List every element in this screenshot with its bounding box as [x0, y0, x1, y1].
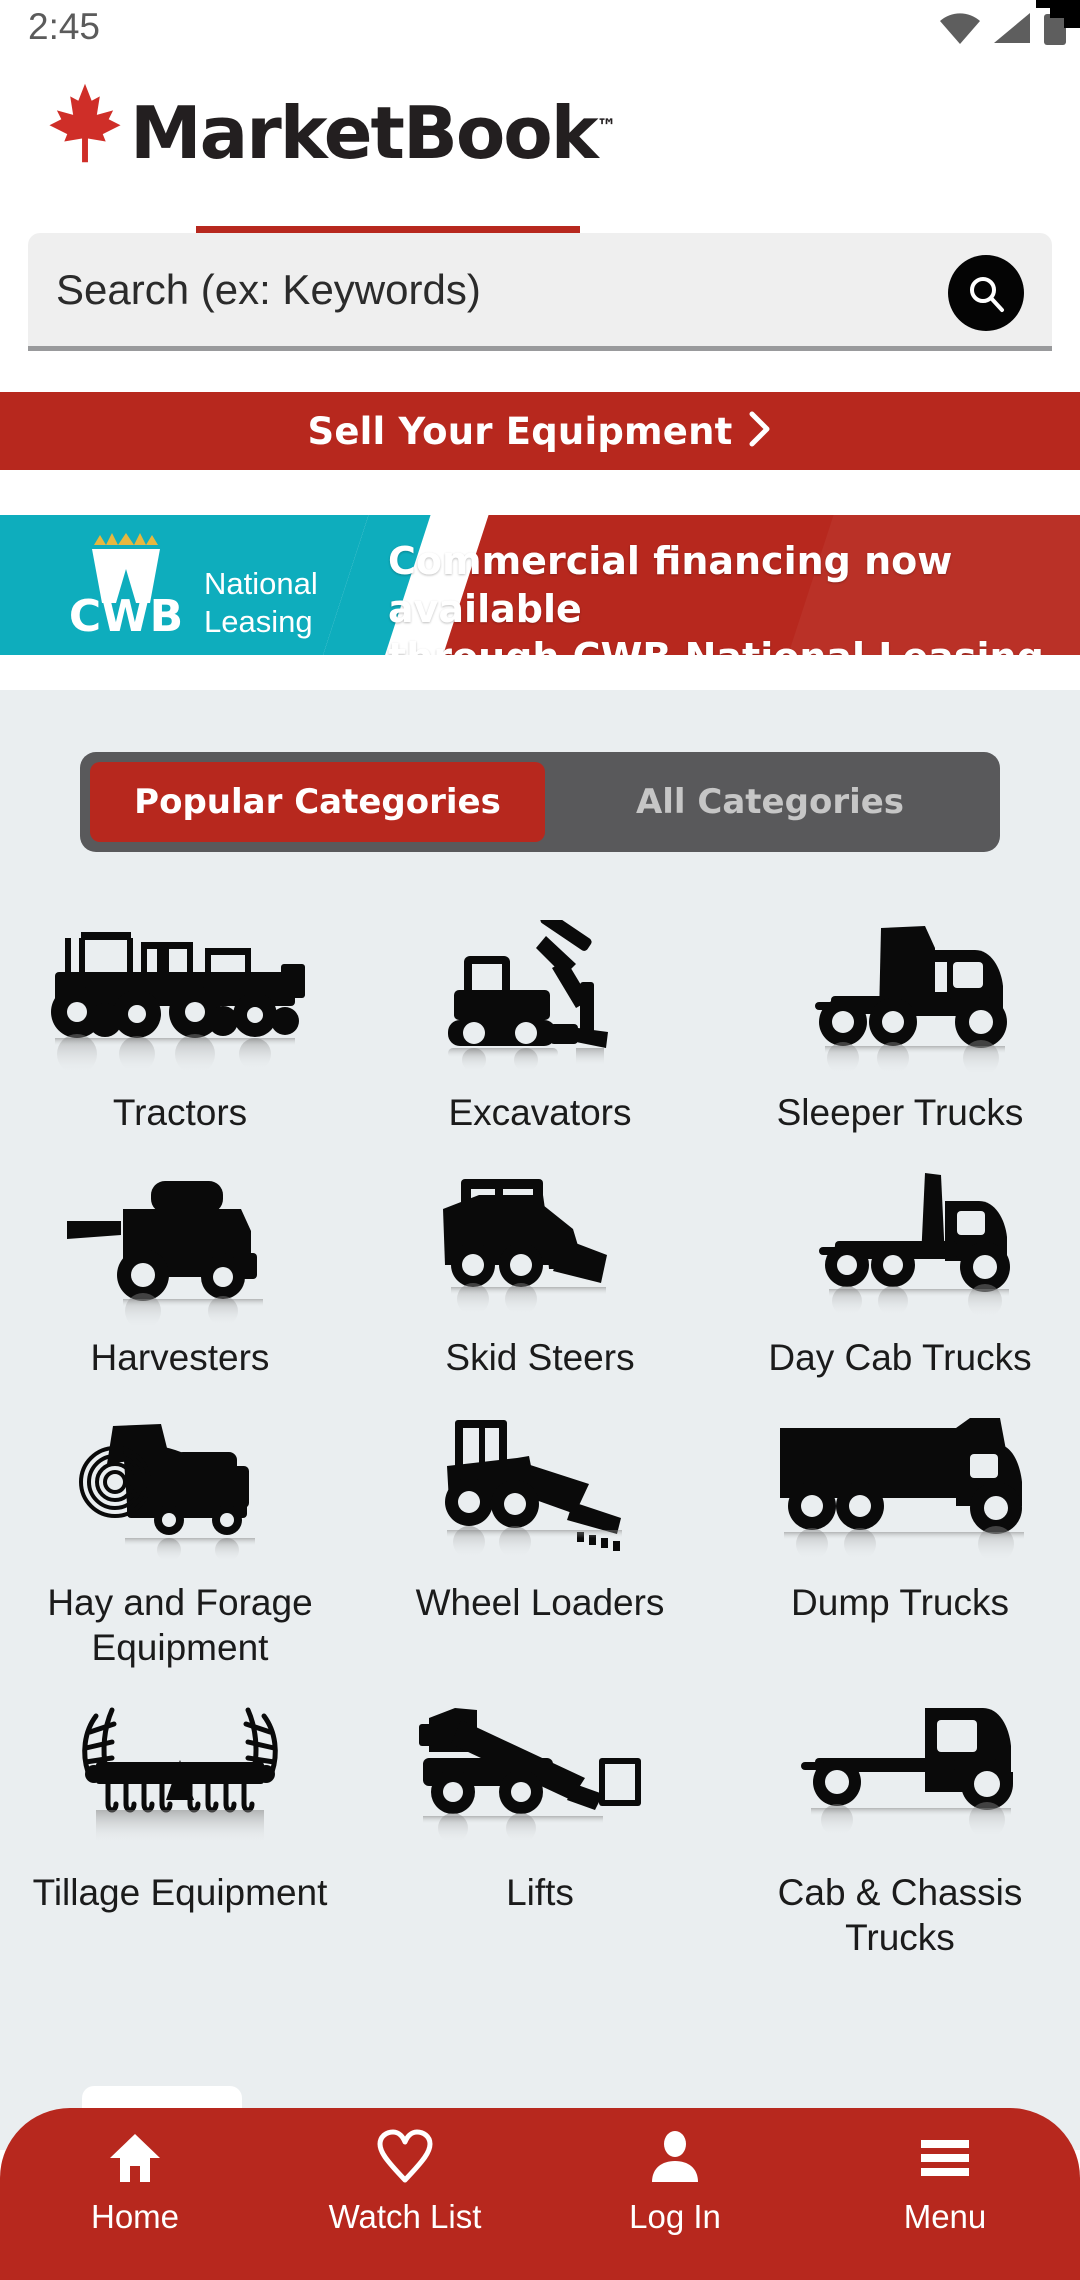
cwb-subtitle: National Leasing: [204, 565, 318, 641]
status-time: 2:45: [28, 6, 101, 47]
wifi-icon: [940, 13, 980, 44]
nav-item-home[interactable]: Home: [10, 2126, 260, 2236]
tab-popular-categories-label: Popular Categories: [134, 782, 501, 822]
heart-icon: [376, 2126, 434, 2188]
category-dump-trucks[interactable]: Dump Trucks: [720, 1380, 1080, 1670]
category-excavators[interactable]: Excavators: [360, 890, 720, 1135]
tab-all-categories[interactable]: All Categories: [550, 762, 990, 842]
logo-text: MarketBook: [130, 91, 599, 175]
cwb-subtitle-line-2: Leasing: [204, 604, 313, 639]
day-cab-truck-icon: [750, 1135, 1050, 1325]
category-lifts[interactable]: Lifts: [360, 1670, 720, 1960]
search-input[interactable]: [56, 233, 936, 346]
nav-overflow-tab: [82, 2086, 242, 2108]
banner-headline-line-1: Commercial financing now available: [388, 539, 953, 631]
hay-forage-icon: [30, 1380, 330, 1570]
tab-popular-categories[interactable]: Popular Categories: [90, 762, 545, 842]
cwb-subtitle-line-1: National: [204, 566, 318, 601]
sell-your-equipment-label: Sell Your Equipment: [307, 409, 733, 453]
category-grid: Tractors Excavators Sleeper Trucks Harve…: [0, 890, 1080, 1960]
tillage-icon: [30, 1670, 330, 1860]
category-tabs: Popular Categories All Categories: [80, 752, 1000, 852]
nav-item-log-in[interactable]: Log In: [550, 2126, 800, 2236]
category-hay-and-forage-equipment[interactable]: Hay and Forage Equipment: [0, 1380, 360, 1670]
harvester-icon: [30, 1135, 330, 1325]
category-wheel-loaders[interactable]: Wheel Loaders: [360, 1380, 720, 1670]
nav-item-watch-list[interactable]: Watch List: [280, 2126, 530, 2236]
category-day-cab-trucks[interactable]: Day Cab Trucks: [720, 1135, 1080, 1380]
cab-chassis-truck-icon: [750, 1670, 1050, 1860]
category-label: Tillage Equipment: [32, 1872, 328, 1913]
person-icon: [646, 2126, 704, 2188]
category-row: Hay and Forage Equipment Wheel Loaders D…: [0, 1380, 1080, 1670]
marketbook-wordmark: MarketBook™: [130, 87, 617, 172]
wheel-loader-icon: [390, 1380, 690, 1570]
category-label: Lifts: [506, 1872, 574, 1913]
category-row: Tillage Equipment Lifts Cab & Chassis Tr…: [0, 1670, 1080, 1960]
category-label: Sleeper Trucks: [776, 1092, 1024, 1133]
maple-leaf-icon: [49, 83, 121, 163]
banner-headline: Commercial financing now available throu…: [388, 537, 1068, 655]
sell-your-equipment-bar[interactable]: Sell Your Equipment: [0, 392, 1080, 470]
category-label: Skid Steers: [445, 1337, 635, 1378]
cwb-logo: CWB National Leasing: [62, 533, 342, 642]
category-label: Harvesters: [90, 1337, 270, 1378]
category-tillage-equipment[interactable]: Tillage Equipment: [0, 1670, 360, 1960]
nav-label: Log In: [629, 2198, 721, 2235]
banner-headline-line-2: through CWB National Leasing.: [388, 633, 1068, 655]
category-label: Dump Trucks: [791, 1582, 1009, 1623]
search-bar: [28, 233, 1052, 351]
app-screen: 2:45 MarketBook™ Search (ex: Keywords) S…: [0, 0, 1080, 2280]
category-label: Hay and Forage Equipment: [47, 1582, 313, 1668]
cwb-name-label: CWB: [68, 591, 184, 642]
advertisement-area: CWB National Leasing Commercial financin…: [0, 470, 1080, 690]
search-button[interactable]: [948, 255, 1024, 331]
brand-header: MarketBook™: [0, 62, 1080, 238]
category-skid-steers[interactable]: Skid Steers: [360, 1135, 720, 1380]
category-label: Tractors: [112, 1092, 248, 1133]
category-label: Day Cab Trucks: [768, 1337, 1032, 1378]
cwb-leasing-banner[interactable]: CWB National Leasing Commercial financin…: [0, 515, 1080, 655]
trademark-symbol: ™: [596, 114, 617, 138]
nav-label: Watch List: [328, 2198, 482, 2235]
category-label: Cab & Chassis Trucks: [777, 1872, 1023, 1958]
category-row: Harvesters Skid Steers Day Cab Trucks: [0, 1135, 1080, 1380]
sleeper-truck-icon: [750, 890, 1050, 1080]
hamburger-icon: [916, 2126, 974, 2188]
skid-steer-icon: [390, 1135, 690, 1325]
lift-icon: [390, 1670, 690, 1860]
nav-label: Menu: [903, 2198, 987, 2235]
status-bar: 2:45: [0, 0, 1080, 52]
dump-truck-icon: [750, 1380, 1050, 1570]
nav-item-menu[interactable]: Menu: [820, 2126, 1070, 2236]
screen-corner-notch: [1022, 0, 1080, 40]
category-sleeper-trucks[interactable]: Sleeper Trucks: [720, 890, 1080, 1135]
nav-label: Home: [90, 2198, 180, 2235]
tractors-icon: [30, 890, 330, 1080]
marketbook-logo[interactable]: MarketBook™: [48, 62, 617, 172]
excavator-icon: [390, 890, 690, 1080]
chevron-right-icon: [747, 409, 773, 454]
main-content: Popular Categories All Categories Tracto…: [0, 690, 1080, 2150]
tab-all-categories-label: All Categories: [635, 782, 905, 822]
category-harvesters[interactable]: Harvesters: [0, 1135, 360, 1380]
home-icon: [106, 2126, 164, 2188]
category-label: Wheel Loaders: [415, 1582, 665, 1623]
category-cab-and-chassis-trucks[interactable]: Cab & Chassis Trucks: [720, 1670, 1080, 1960]
search-icon: [970, 277, 1004, 312]
bottom-navigation: Home Watch List Log In Menu: [0, 2108, 1080, 2280]
category-label: Excavators: [448, 1092, 632, 1133]
category-row: Tractors Excavators Sleeper Trucks: [0, 890, 1080, 1135]
category-tractors[interactable]: Tractors: [0, 890, 360, 1135]
